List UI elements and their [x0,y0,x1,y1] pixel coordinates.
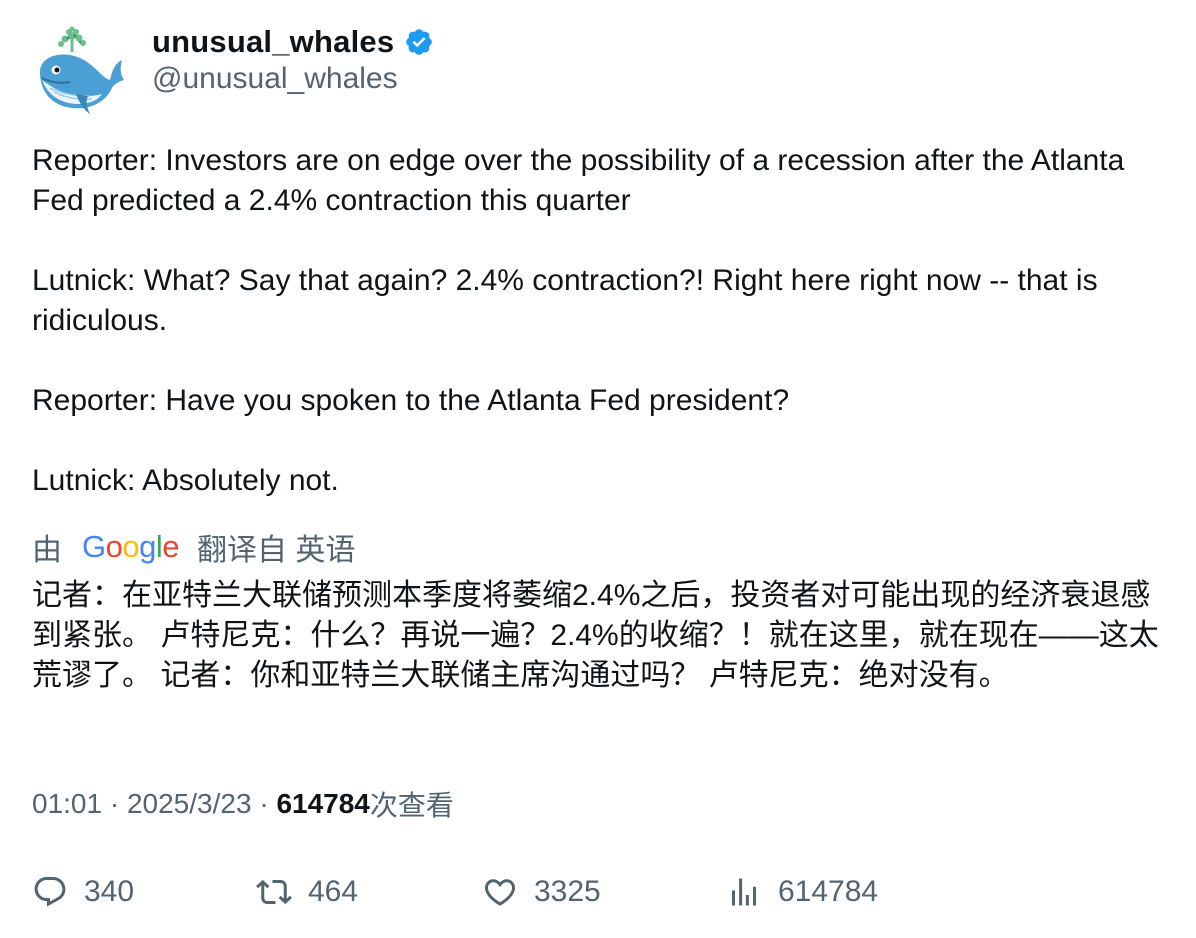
author-handle[interactable]: @unusual_whales [152,62,398,96]
retweet-count: 464 [308,875,359,908]
author-name-row[interactable]: unusual_whales [152,22,434,62]
translation-suffix: 翻译自 英语 [197,534,356,567]
reply-button[interactable]: 340 [32,874,256,910]
avatar[interactable] [32,24,128,120]
views-action-count: 614784 [778,875,879,908]
tweet-paragraph: Reporter: Investors are on edge over the… [32,144,1125,217]
views-count: 614784 [276,788,370,819]
retweet-icon [256,879,292,905]
retweet-button[interactable]: 464 [256,874,482,910]
google-logo-icon: Google [82,529,180,564]
author-display-name[interactable]: unusual_whales [152,24,394,60]
whale-avatar-icon [40,26,124,114]
tweet-meta: 01:01 · 2025/3/23 · 614784 次查看 [32,784,454,824]
tweet-text: Reporter: Investors are on edge over the… [32,141,1172,501]
action-bar: 340 464 3325 614784 [32,868,878,916]
heart-icon [484,879,516,906]
reply-count: 340 [84,875,135,908]
views-button[interactable]: 614784 [726,874,878,910]
views-label: 次查看 [369,790,454,821]
tweet-time[interactable]: 01:01 [32,788,102,820]
tweet-paragraph: Lutnick: Absolutely not. [32,464,339,497]
analytics-icon [732,878,756,906]
verified-badge-icon [406,29,433,55]
like-count: 3325 [534,875,601,908]
translated-text: 记者：在亚特兰大联储预测本季度将萎缩2.4%之后，投资者对可能出现的经济衰退感到… [32,579,1159,692]
tweet-paragraph: Lutnick: What? Say that again? 2.4% cont… [32,264,1098,337]
like-button[interactable]: 3325 [482,874,726,910]
meta-separator: · [251,788,277,819]
tweet-date[interactable]: 2025/3/23 [127,788,252,820]
translation-attribution[interactable]: 由 Google 翻译自 英语 [32,526,355,568]
reply-icon [34,877,66,907]
meta-separator: · [102,788,127,819]
tweet-paragraph: Reporter: Have you spoken to the Atlanta… [32,384,790,417]
translation-prefix: 由 [32,534,62,567]
